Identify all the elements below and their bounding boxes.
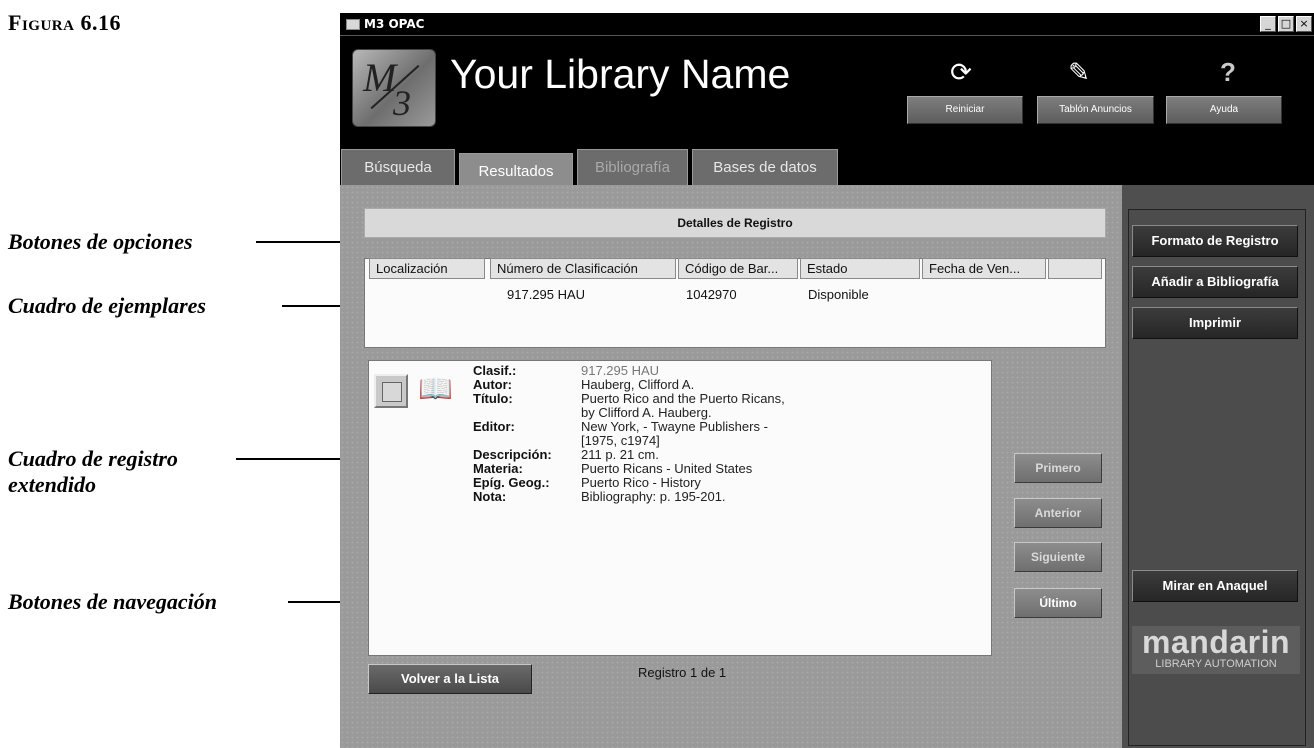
library-name: Your Library Name: [450, 51, 791, 97]
field-value-description: 211 p. 21 cm.: [581, 447, 659, 462]
close-icon[interactable]: ×: [1296, 16, 1312, 32]
column-header-barcode[interactable]: Código de Bar...: [678, 258, 798, 279]
record-select-checkbox[interactable]: [374, 374, 408, 408]
table-cell-barcode[interactable]: 1042970: [686, 287, 737, 302]
window-title: M3 OPAC: [364, 17, 425, 31]
book-icon: 📖: [418, 373, 453, 404]
field-label-publisher: Editor:: [473, 419, 515, 434]
mandarin-logo: mandarin LIBRARY AUTOMATION: [1132, 626, 1300, 674]
next-record-button[interactable]: Siguiente: [1014, 542, 1102, 572]
checkbox-square: [382, 382, 402, 402]
reset-button[interactable]: Reiniciar: [907, 96, 1023, 124]
first-record-button[interactable]: Primero: [1014, 453, 1102, 483]
field-value-title-line1: Puerto Rico and the Puerto Ricans,: [581, 391, 785, 406]
notepad-icon[interactable]: ✎: [1059, 57, 1099, 88]
record-details-header: Detalles de Registro: [364, 208, 1106, 238]
column-header-call-number[interactable]: Número de Clasificación: [490, 258, 676, 279]
field-value-note: Bibliography: p. 195-201.: [581, 489, 726, 504]
field-label-geographic: Epíg. Geog.:: [473, 475, 550, 490]
field-value-author: Hauberg, Clifford A.: [581, 377, 695, 392]
app-window-icon: [346, 19, 360, 30]
record-format-button[interactable]: Formato de Registro: [1132, 225, 1298, 257]
last-record-button[interactable]: Último: [1014, 588, 1102, 618]
refresh-icon[interactable]: ⟳: [941, 57, 981, 88]
field-value-classification: 917.295 HAU: [581, 363, 660, 378]
mandarin-brand-tagline: LIBRARY AUTOMATION: [1155, 658, 1277, 670]
field-label-title: Título:: [473, 391, 513, 406]
field-label-subject: Materia:: [473, 461, 523, 476]
field-label-author: Autor:: [473, 377, 512, 392]
figure-label: Figura 6.16: [8, 10, 121, 35]
field-label-classification: Clasif.:: [473, 363, 517, 378]
bulletin-board-button[interactable]: Tablón Anuncios: [1037, 96, 1154, 124]
field-label-description: Descripción:: [473, 447, 552, 462]
back-to-list-button[interactable]: Volver a la Lista: [368, 664, 532, 694]
print-button[interactable]: Imprimir: [1132, 307, 1298, 339]
help-icon[interactable]: ?: [1208, 57, 1248, 88]
column-header-due-date[interactable]: Fecha de Ven...: [922, 258, 1046, 279]
field-label-note: Nota:: [473, 489, 507, 504]
logo-letter: M: [363, 55, 397, 100]
annotation-record-box: Cuadro de registro: [8, 446, 178, 471]
column-header-status[interactable]: Estado: [800, 258, 920, 279]
annotation-record-box-line2: extendido: [8, 472, 96, 497]
tab-bibliography[interactable]: Bibliografía: [577, 149, 688, 187]
column-header-location[interactable]: Localización: [369, 258, 485, 279]
browse-shelf-button[interactable]: Mirar en Anaquel: [1132, 570, 1298, 602]
annotation-options-buttons: Botones de opciones: [8, 229, 193, 254]
column-header-empty: [1048, 258, 1102, 279]
logo-number: 3: [393, 83, 411, 123]
field-value-publisher-line2: [1975, c1974]: [581, 433, 660, 448]
field-value-geographic: Puerto Rico - History: [581, 475, 701, 490]
field-value-subject: Puerto Ricans - United States: [581, 461, 753, 476]
previous-record-button[interactable]: Anterior: [1014, 498, 1102, 528]
tab-search[interactable]: Búsqueda: [341, 149, 455, 187]
tab-results[interactable]: Resultados: [459, 153, 573, 189]
mandarin-brand-name: mandarin: [1141, 624, 1291, 660]
table-cell-status[interactable]: Disponible: [808, 287, 869, 302]
m3-logo: M 3: [352, 49, 436, 127]
help-button[interactable]: Ayuda: [1166, 96, 1282, 124]
title-bar: M3 OPAC _ □ ×: [340, 13, 1314, 36]
minimize-icon[interactable]: _: [1260, 16, 1276, 32]
field-value-publisher-line1: New York, - Twayne Publishers -: [581, 419, 768, 434]
tab-databases[interactable]: Bases de datos: [692, 149, 838, 187]
annotation-copies-box: Cuadro de ejemplares: [8, 293, 206, 318]
record-counter: Registro 1 de 1: [638, 665, 727, 680]
table-cell-call-number[interactable]: 917.295 HAU: [507, 287, 585, 302]
annotation-line-copies: [282, 305, 342, 307]
maximize-icon[interactable]: □: [1278, 16, 1294, 32]
field-value-title-line2: by Clifford A. Hauberg.: [581, 405, 712, 420]
annotation-line-record: [236, 458, 342, 460]
annotation-navigation-buttons: Botones de navegación: [8, 589, 217, 614]
add-to-bibliography-button[interactable]: Añadir a Bibliografía: [1132, 266, 1298, 298]
